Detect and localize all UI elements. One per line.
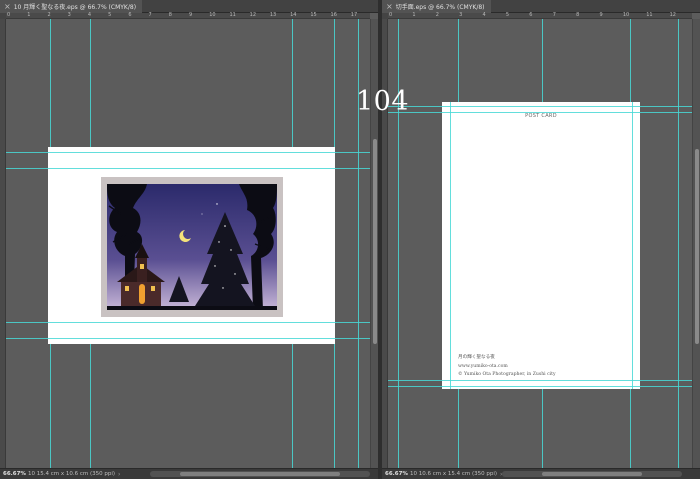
zoom-level[interactable]: 66.67% [0, 471, 26, 477]
right-document-window[interactable]: × 切手面.eps @ 66.7% (CMYK/8) 0 1 2 3 4 5 6 7 8 9 10 1… [382, 0, 700, 479]
scrollbar-thumb[interactable] [373, 139, 377, 344]
guide-horizontal[interactable] [6, 322, 370, 323]
guide-vertical[interactable] [450, 102, 451, 389]
guide-horizontal[interactable] [6, 152, 370, 153]
guide-horizontal[interactable] [6, 338, 370, 339]
ruler-tick-label: 13 [269, 12, 277, 18]
ruler-tick-label: 8 [576, 12, 580, 18]
zoom-level[interactable]: 66.67% [382, 471, 408, 477]
guide-horizontal[interactable] [6, 168, 370, 169]
postcard-title: POST CARD [525, 113, 557, 119]
ruler-tick-label: 2 [435, 12, 439, 18]
tab-title: 10 月輝く聖なる夜.eps @ 66.7% (CMYK/8) [13, 4, 137, 11]
horizontal-ruler[interactable]: 0 1 2 3 4 5 6 7 8 9 10 11 12 13 14 15 16 17 [6, 12, 370, 19]
postcard-line: www.yumiko-ota.com [458, 364, 508, 369]
horizontal-scrollbar[interactable] [502, 471, 682, 477]
ruler-tick-label: 3 [67, 12, 71, 18]
ruler-tick-label: 10 [622, 12, 630, 18]
ruler-tick-label: 11 [646, 12, 653, 18]
postcard-line: © Yumiko Ota Photographer, in Zushi city [458, 372, 556, 377]
chevron-right-icon[interactable]: › [115, 471, 120, 478]
tab-left-document[interactable]: × 10 月輝く聖なる夜.eps @ 66.7% (CMYK/8) [0, 0, 143, 13]
tab-title: 切手面.eps @ 66.7% (CMYK/8) [395, 4, 485, 11]
postcard-line: 月の輝く聖なる夜 [458, 355, 495, 360]
guide-vertical[interactable] [678, 19, 679, 468]
vertical-ruler[interactable] [0, 19, 6, 468]
night-church-artwork [107, 184, 277, 310]
ruler-tick-label: 0 [7, 12, 11, 18]
postcard-canvas[interactable]: POST CARD 月の輝く聖なる夜 www.yumiko-ota.com © … [442, 102, 640, 389]
ruler-tick-label: 7 [148, 12, 152, 18]
guide-horizontal[interactable] [388, 106, 692, 107]
left-document-window[interactable]: × 10 月輝く聖なる夜.eps @ 66.7% (CMYK/8) 012345… [0, 0, 378, 479]
ruler-tick-label: 9 [189, 12, 193, 18]
ruler-tick-label: 0 [389, 12, 393, 18]
ruler-tick-label: 3 [459, 12, 463, 18]
ruler-tick-label: 6 [128, 12, 132, 18]
document-canvas[interactable] [48, 147, 335, 344]
ruler-tick-label: 5 [505, 12, 510, 18]
ruler-tick-label: 17 [350, 12, 358, 18]
ruler-tick-label: 12 [669, 12, 676, 18]
guide-horizontal[interactable] [388, 380, 692, 381]
guide-horizontal[interactable] [388, 112, 692, 113]
ruler-tick-label: 11 [229, 12, 236, 18]
artwork-illustration [107, 184, 277, 310]
document-info: 10 15.4 cm x 10.6 cm (350 ppi) [28, 471, 116, 477]
ruler-tick-label: 1 [27, 12, 31, 18]
ruler-tick-label: 1 [412, 12, 416, 18]
ruler-tick-label: 9 [599, 12, 603, 18]
scrollbar-thumb[interactable] [695, 149, 699, 344]
ruler-tick-label: 6 [529, 12, 533, 18]
horizontal-ruler[interactable]: 0 1 2 3 4 5 6 7 8 9 10 11 12 [388, 12, 692, 19]
ruler-tick-label: 4 [87, 12, 92, 18]
vertical-scrollbar[interactable] [692, 19, 700, 468]
scrollbar-thumb[interactable] [180, 472, 340, 476]
photoshop-workspace: × 10 月輝く聖なる夜.eps @ 66.7% (CMYK/8) 012345… [0, 0, 700, 479]
horizontal-scrollbar[interactable] [150, 471, 370, 477]
scrollbar-thumb[interactable] [542, 472, 642, 476]
guide-vertical[interactable] [632, 102, 633, 389]
ruler-tick-label: 2 [47, 12, 51, 18]
ruler-tick-label: 7 [552, 12, 556, 18]
close-icon[interactable]: × [4, 2, 11, 11]
ruler-tick-label: 14 [290, 12, 297, 18]
ruler-tick-label: 4 [482, 12, 486, 18]
guide-horizontal[interactable] [388, 386, 692, 387]
ruler-tick-label: 15 [310, 12, 317, 18]
ruler-tick-label: 8 [168, 12, 172, 18]
close-icon[interactable]: × [386, 2, 393, 11]
page-number: 104 [356, 86, 410, 117]
document-info: 10 10.6 cm x 15.4 cm (350 ppi) [410, 471, 498, 477]
ruler-tick-label: 12 [249, 12, 257, 18]
ruler-tick-label: 10 [209, 12, 216, 18]
ruler-tick-label: 5 [108, 12, 112, 18]
ruler-tick-label: 16 [330, 12, 337, 18]
